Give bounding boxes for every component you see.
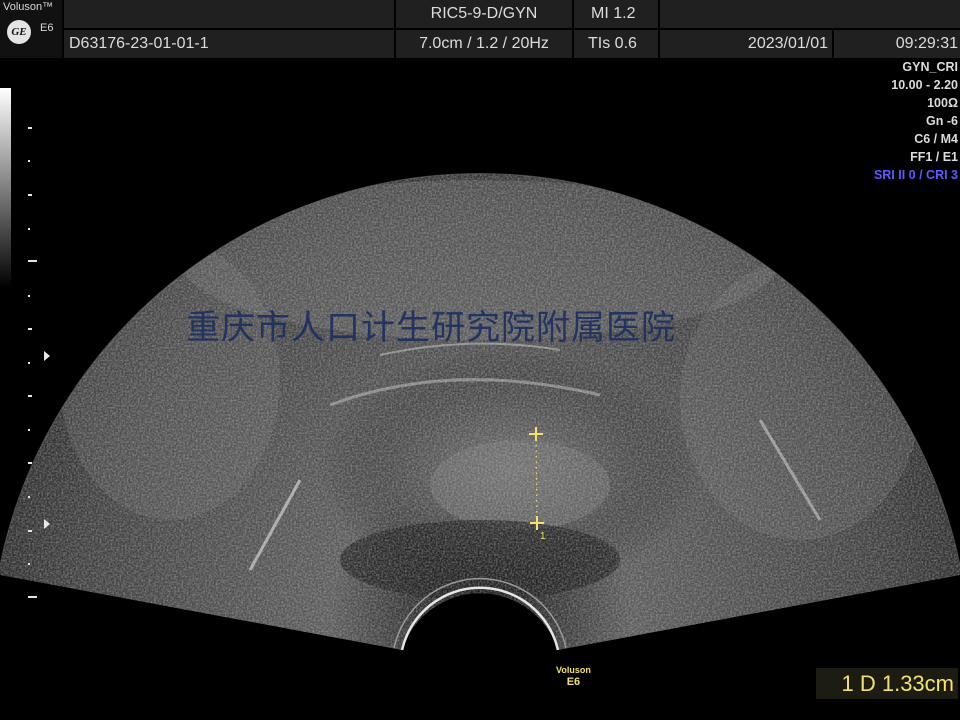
time-label: 09:29:31 xyxy=(834,30,960,58)
model-label: E6 xyxy=(40,22,54,34)
caliper-index: 1 xyxy=(540,531,546,542)
focus-marker-icon[interactable] xyxy=(44,519,50,529)
probe-orientation-label: Voluson E6 xyxy=(556,664,591,688)
cm-label: C6 / M4 xyxy=(914,132,958,146)
sri-label: SRI II 0 / CRI 3 xyxy=(873,168,958,182)
measurement-result: 1 D 1.33cm xyxy=(816,668,958,699)
probe-label: RIC5-9-D/GYN xyxy=(396,0,572,28)
frequency-label: 10.00 - 2.20 xyxy=(891,78,958,92)
ohm-icon: Ω xyxy=(947,96,958,110)
probe-brand: Voluson xyxy=(556,665,591,675)
hospital-watermark: 重庆市人口计生研究院附属医院 xyxy=(186,308,676,348)
patient-id: D63176-23-01-01-1 xyxy=(64,30,394,58)
power-row: 100Ω xyxy=(874,94,958,112)
power-value: 100 xyxy=(927,96,948,110)
date-label: 2023/01/01 xyxy=(660,30,832,58)
ultrasound-image: 1 xyxy=(0,173,960,651)
device-logo-area: Voluson™ GE E6 xyxy=(0,0,62,58)
ge-logo-icon: GE xyxy=(7,20,31,44)
gain-label: Gn -6 xyxy=(926,114,958,128)
grayscale-bar xyxy=(0,88,11,288)
focus-marker-icon[interactable] xyxy=(44,351,50,361)
depth-settings: 7.0cm / 1.2 / 20Hz xyxy=(396,30,572,58)
probe-model: E6 xyxy=(566,676,581,688)
tis-label: TIs 0.6 xyxy=(574,30,658,58)
header-cell-blank-2 xyxy=(660,0,960,28)
mi-label: MI 1.2 xyxy=(574,0,658,28)
parameter-panel: GYN_CRI 10.00 - 2.20 100Ω Gn -6 C6 / M4 … xyxy=(874,58,958,184)
brand-label: Voluson™ xyxy=(3,1,54,13)
ff-label: FF1 / E1 xyxy=(910,150,958,164)
header-bar: Voluson™ GE E6 RIC5-9-D/GYN MI 1.2 D6317… xyxy=(0,0,960,58)
preset-label: GYN_CRI xyxy=(902,60,958,74)
header-cell-blank-1 xyxy=(64,0,394,28)
